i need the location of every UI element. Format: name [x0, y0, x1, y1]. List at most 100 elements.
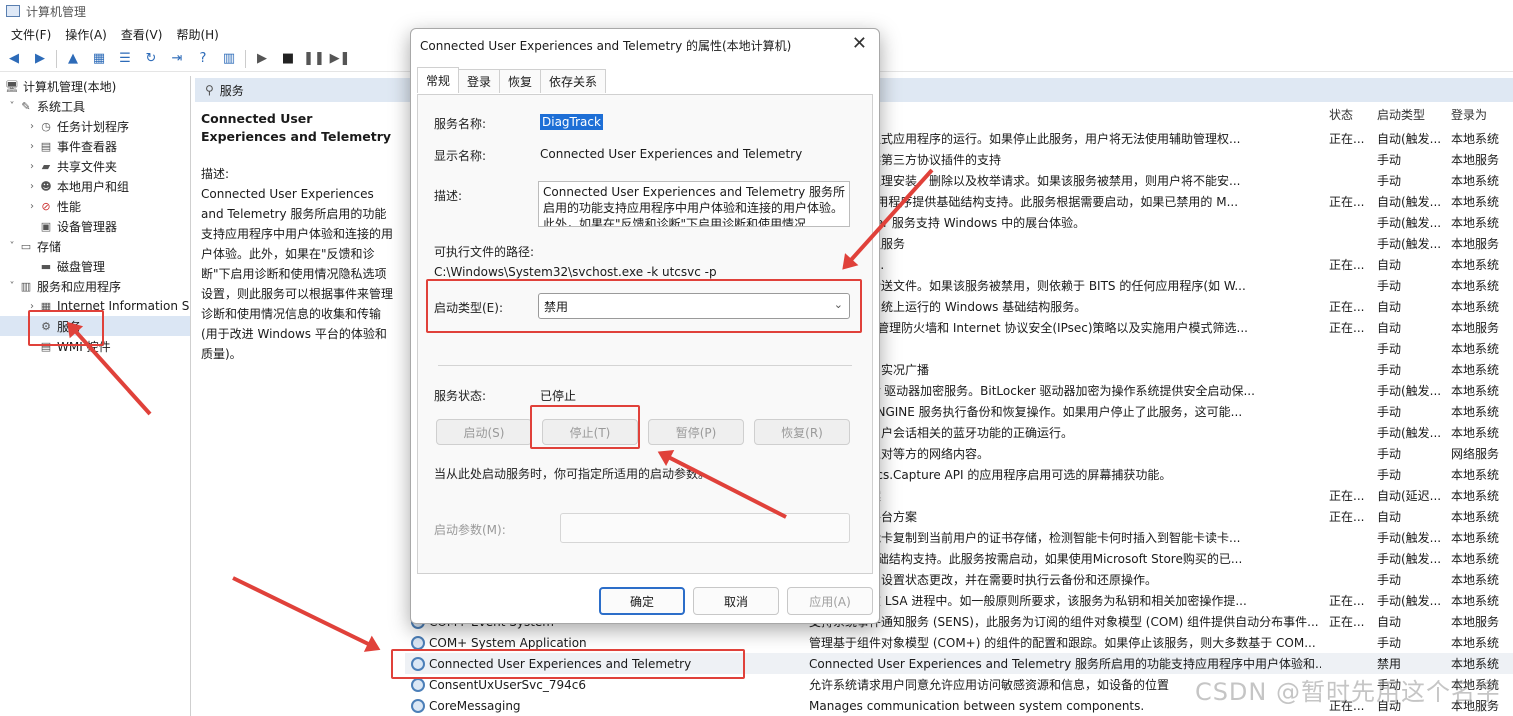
back-arrow-icon[interactable]: ◀: [4, 49, 24, 69]
tree-system-tools[interactable]: ˅ ✎ 系统工具: [0, 96, 190, 116]
service-logon-as: 本地系统: [1451, 342, 1500, 356]
tree-device-manager[interactable]: ▣ 设备管理器: [0, 216, 190, 236]
tree-disk-management[interactable]: ▬ 磁盘管理: [0, 256, 190, 276]
service-startup-type: 手动: [1377, 447, 1402, 461]
service-description: 连接共享提供第三方协议插件的支持: [809, 153, 1002, 167]
tree-root[interactable]: 🖥 计算机管理(本地): [0, 76, 190, 96]
ok-button[interactable]: 确定: [599, 587, 685, 615]
collapse-chevron-icon[interactable]: ˅: [6, 281, 18, 292]
shared-folder-icon: ▰: [41, 159, 51, 173]
service-description: port service.: [809, 258, 1321, 272]
service-startup-type: 手动: [1377, 342, 1402, 356]
start-service-icon[interactable]: ▶: [252, 49, 272, 69]
service-description: 解应用程序和设置状态更改，并在需要时执行云备份和还原操作。: [809, 573, 1158, 587]
service-name: COM+ System Application: [429, 635, 587, 650]
tab-logon[interactable]: 登录: [458, 69, 501, 93]
collapse-chevron-icon[interactable]: ˅: [6, 241, 18, 252]
description-box[interactable]: Connected User Experiences and Telemetry…: [538, 181, 850, 227]
menu-view[interactable]: 查看(V): [116, 24, 168, 44]
apply-button[interactable]: 应用(A): [787, 587, 873, 615]
cancel-button[interactable]: 取消: [693, 587, 779, 615]
start-params-label: 启动参数(M):: [434, 523, 506, 537]
service-description: 管理基于组件对象模型 (COM+) 的组件的配置和跟踪。如果停止该服务，则大多数…: [809, 636, 1316, 650]
expand-chevron-icon[interactable]: ›: [26, 161, 38, 172]
tab-dependencies[interactable]: 依存关系: [540, 69, 607, 93]
start-params-input[interactable]: [560, 513, 850, 543]
display-name-label: 显示名称:: [434, 149, 487, 163]
column-logon-as[interactable]: 登录为: [1451, 106, 1487, 128]
service-description: 于剪贴板方案: [809, 487, 1321, 504]
display-name-value[interactable]: Connected User Experiences and Telemetry: [540, 147, 802, 161]
refresh-icon[interactable]: ↻: [141, 49, 161, 69]
service-description: 支持与每个用户会话相关的蓝牙功能的正确运行。: [809, 426, 1074, 440]
service-status: 正在...: [1329, 321, 1365, 335]
service-status: 正在...: [1329, 300, 1365, 314]
service-startup-type: 手动: [1377, 279, 1402, 293]
service-logon-as: 本地系统: [1451, 174, 1500, 188]
service-startup-type: 手动: [1377, 153, 1402, 167]
help-icon[interactable]: ?: [193, 49, 213, 69]
expand-chevron-icon[interactable]: ›: [26, 121, 38, 132]
export-list-icon[interactable]: ⇥: [167, 49, 187, 69]
resume-button[interactable]: 恢复(R): [754, 419, 850, 445]
tab-general[interactable]: 常规: [417, 67, 460, 93]
up-folder-icon[interactable]: ▲: [63, 49, 83, 69]
service-description: 支持系统事件通知服务 (SENS)，此服务为订阅的组件对象模型 (COM) 组件…: [809, 615, 1319, 629]
service-description: 任务可以在系统上运行的 Windows 基础结构服务。: [809, 300, 1087, 314]
pause-service-icon[interactable]: ❚❚: [303, 49, 325, 69]
service-startup-type: 手动(触发...: [1377, 552, 1442, 566]
annotation-box-service-row: [391, 649, 745, 679]
column-status[interactable]: 状态: [1329, 106, 1353, 128]
tree-performance[interactable]: › ⊘ 性能: [0, 196, 190, 216]
service-startup-type: 手动(触发...: [1377, 216, 1442, 230]
collapse-chevron-icon[interactable]: ˅: [6, 101, 18, 112]
tree-services-apps[interactable]: ˅ ▥ 服务和应用程序: [0, 276, 190, 296]
executable-path-value[interactable]: C:\Windows\System32\svchost.exe -k utcsv…: [434, 265, 717, 279]
service-description: 于游戏录制和实况广播: [809, 361, 1321, 378]
device-manager-icon: ▣: [40, 219, 52, 233]
tree-task-scheduler[interactable]: › ◷ 任务计划程序: [0, 116, 190, 136]
menu-file[interactable]: 文件(F): [6, 24, 56, 44]
menu-bar: 文件(F) 操作(A) 查看(V) 帮助(H): [0, 24, 224, 44]
forward-arrow-icon[interactable]: ▶: [30, 49, 50, 69]
service-startup-type: 手动: [1377, 636, 1402, 650]
stop-service-icon[interactable]: ■: [278, 49, 298, 69]
service-description: Store提供基础结构支持。此服务按需启动，如果使用Microsoft Stor…: [809, 552, 1243, 566]
close-icon[interactable]: ✕: [852, 33, 867, 54]
tree-event-viewer[interactable]: › ▤ 事件查看器: [0, 136, 190, 156]
column-startup-type[interactable]: 启动类型: [1377, 106, 1425, 128]
expand-chevron-icon[interactable]: ›: [26, 181, 38, 192]
menu-help[interactable]: 帮助(H): [171, 24, 223, 44]
service-logon-as: 本地系统: [1451, 657, 1500, 671]
tree-shared-folders[interactable]: › ▰ 共享文件夹: [0, 156, 190, 176]
watermark: CSDN @暂时先用这个名字: [1194, 678, 1501, 706]
computer-management-icon: [6, 5, 20, 17]
tree-storage[interactable]: ˅ ▭ 存储: [0, 236, 190, 256]
start-button[interactable]: 启动(S): [436, 419, 532, 445]
tools-icon: ✎: [21, 99, 31, 113]
service-name-value[interactable]: DiagTrack: [540, 114, 603, 130]
service-status: 正在...: [1329, 258, 1365, 272]
window-title: 计算机管理: [26, 4, 87, 19]
menu-action[interactable]: 操作(A): [60, 24, 112, 44]
properties-icon[interactable]: ☰: [115, 49, 135, 69]
service-status-label: 服务状态:: [434, 389, 487, 403]
expand-chevron-icon[interactable]: ›: [26, 201, 38, 212]
service-logon-as: 本地服务: [1451, 321, 1500, 335]
service-startup-type: 手动: [1377, 573, 1402, 587]
service-status: 正在...: [1329, 489, 1365, 503]
service-description: 带宽在后台传送文件。如果该服务被禁用，则依赖于 BITS 的任何应用程序(如 W…: [809, 279, 1246, 293]
service-startup-type: 自动(延迟...: [1377, 489, 1442, 503]
service-name-cell: CoreMessaging: [411, 698, 809, 713]
pause-button[interactable]: 暂停(P): [648, 419, 744, 445]
service-logon-as: 本地系统: [1451, 426, 1500, 440]
expand-chevron-icon[interactable]: ›: [26, 141, 38, 152]
service-logon-as: 网络服务: [1451, 447, 1500, 461]
tab-recovery[interactable]: 恢复: [499, 69, 542, 93]
restart-service-icon[interactable]: ▶❚: [330, 49, 351, 69]
action-pane-icon[interactable]: ▥: [219, 49, 239, 69]
show-hide-tree-icon[interactable]: ▦: [89, 49, 109, 69]
tree-local-users[interactable]: › ☻ 本地用户和组: [0, 176, 190, 196]
performance-icon: ⊘: [41, 199, 51, 213]
service-description: 根证书从智能卡复制到当前用户的证书存储，检测智能卡何时插入到智能卡读卡...: [809, 531, 1241, 545]
